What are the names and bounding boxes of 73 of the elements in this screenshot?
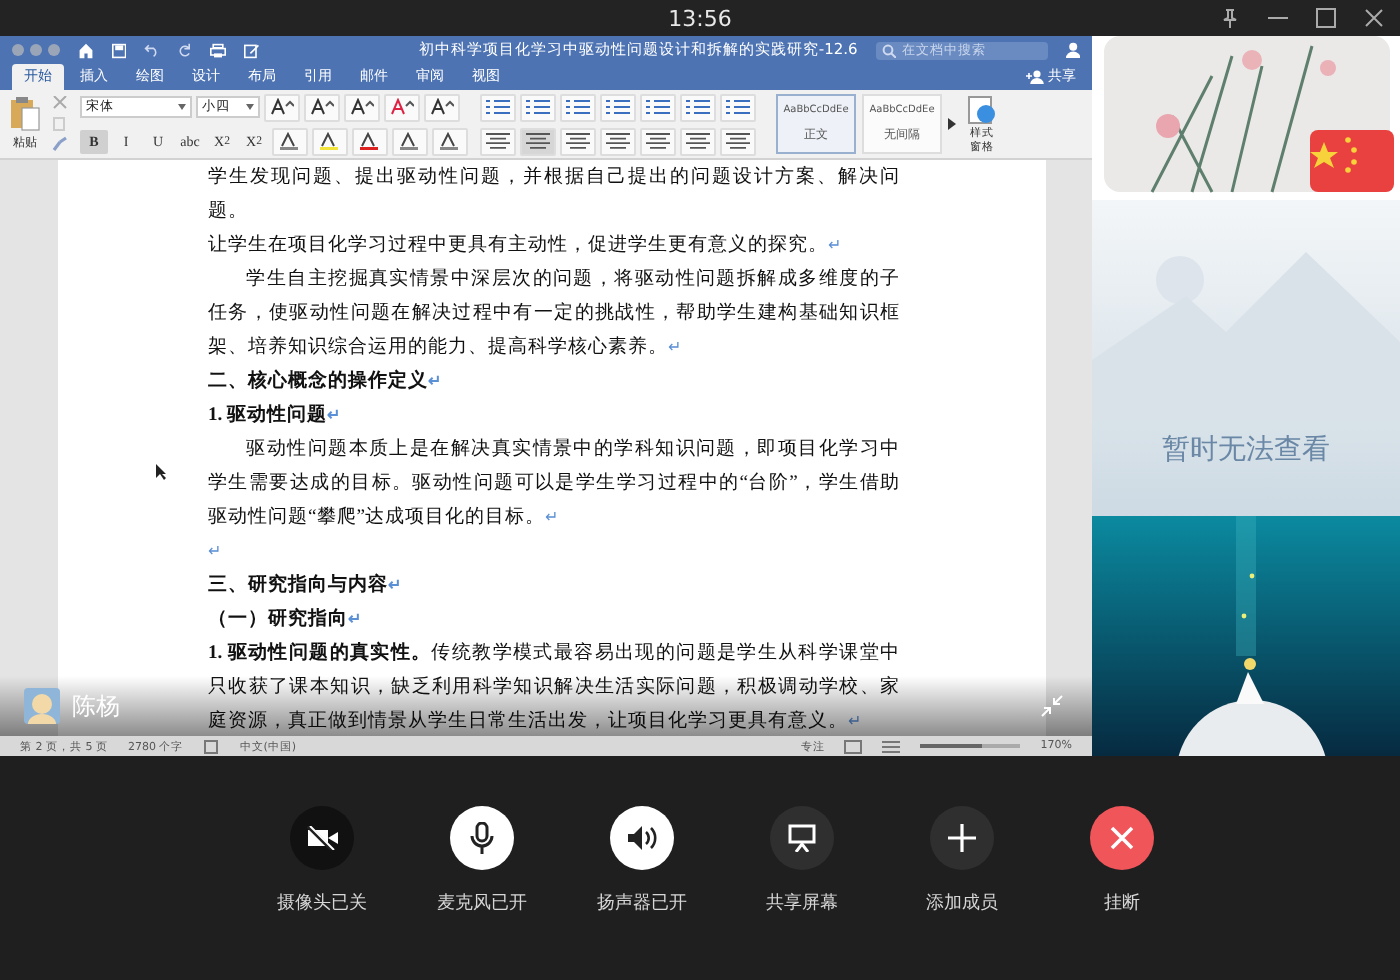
plus-icon [948, 824, 976, 852]
print-icon[interactable] [210, 41, 227, 59]
font-tool-icon[interactable] [264, 93, 300, 121]
call-control-button[interactable]: 扬声器已开 [594, 806, 690, 980]
align-icon[interactable] [560, 127, 596, 155]
search-icon [881, 43, 896, 57]
text-effect-icon[interactable] [272, 127, 308, 155]
list-icon[interactable] [600, 93, 636, 121]
redo-icon[interactable] [178, 41, 193, 59]
paragraph: 1. 驱动性问题的真实性。传统教学模式最容易出现的问题是学生从科学课堂中只收获了课本知识，缺乏利用科学知识解决生活实际问题，积极调动学校、家庭资源，真正做到情景从学生日常生活出发，让项目化学习更具有意义。↵ [208, 639, 900, 736]
text-effect-icon[interactable] [432, 127, 468, 155]
view-icon[interactable] [844, 739, 863, 753]
minimize-icon[interactable] [1268, 16, 1288, 20]
speaker-icon [626, 826, 658, 850]
empty-paragraph: ↵ [208, 540, 224, 564]
list-icon[interactable] [640, 93, 676, 121]
align-icon[interactable] [520, 127, 556, 155]
call-control-button[interactable]: 添加成员 [914, 806, 1010, 980]
paragraph: 让学生在项目化学习过程中更具有主动性，促进学生更有意义的探究。↵ [208, 232, 844, 260]
paragraph: 学生发现问题、提出驱动性问题，并根据自己提出的问题设计方案、解决问题。 [208, 164, 900, 226]
list-icon[interactable] [520, 93, 556, 121]
view-icon[interactable] [882, 739, 901, 753]
align-icon[interactable] [680, 127, 716, 155]
list-icon[interactable] [720, 93, 756, 121]
window-control-dot[interactable] [30, 44, 42, 56]
avatar-icon [24, 688, 60, 724]
paragraph: 驱动性问题本质上是在解决真实情景中的学科知识问题，即项目化学习中学生需要达成的目标。驱动性问题可以是学生学习过程中的“台阶”，学生借助驱动性问题“攀爬”达成项目化的目标。↵ [208, 436, 900, 532]
font-tool-icon[interactable] [424, 93, 460, 121]
paragraph: 学生自主挖掘真实情景中深层次的问题，将驱动性问题拆解成多维度的子任务，使驱动性问题在解决过程中有一定的挑战性，帮助学生建构基础知识框架、培养知识综合运用的能力、提高科学核心素养。↵ [208, 266, 900, 362]
home-icon[interactable] [78, 41, 94, 59]
window-control-dot[interactable] [12, 44, 24, 56]
clock-time: 13:56 [668, 5, 732, 31]
align-icon[interactable] [720, 127, 756, 155]
font-tool-icon[interactable] [344, 93, 380, 121]
heading: （一）研究指向↵ [208, 605, 364, 634]
presenter-name: 陈杨 [72, 689, 120, 723]
microphone-icon [470, 822, 494, 854]
user-icon[interactable] [1065, 40, 1081, 60]
font-tool-icon[interactable] [304, 93, 340, 121]
more-arrow-icon[interactable] [948, 118, 956, 130]
window-control-dot[interactable] [48, 44, 60, 56]
list-icon[interactable] [560, 93, 596, 121]
heading: 1. 驱动性问题↵ [208, 402, 344, 430]
text-effect-icon[interactable] [352, 127, 388, 155]
screen-icon [788, 824, 816, 852]
edit-icon[interactable] [244, 41, 261, 59]
collapse-icon[interactable] [1040, 694, 1064, 718]
call-control-button[interactable]: 共享屏幕 [754, 806, 850, 980]
heading: 三、研究指向与内容↵ [208, 571, 404, 600]
mouse-cursor-icon [156, 464, 166, 480]
add-person-icon [1026, 69, 1044, 83]
camera-off-icon [306, 826, 338, 850]
call-control-button[interactable]: 麦克风已开 [434, 806, 530, 980]
save-icon[interactable] [112, 41, 127, 59]
align-icon[interactable] [640, 127, 676, 155]
list-icon[interactable] [480, 93, 516, 121]
text-effect-icon[interactable] [392, 127, 428, 155]
align-icon[interactable] [480, 127, 516, 155]
proofing-icon[interactable] [203, 739, 220, 753]
unavailable-message: 暂时无法查看 [1162, 432, 1330, 468]
clipboard-icon [10, 96, 40, 132]
heading: 二、核心概念的操作定义↵ [208, 367, 444, 396]
align-icon[interactable] [600, 127, 636, 155]
close-icon[interactable] [1364, 8, 1384, 28]
style-pane-icon [968, 95, 996, 123]
undo-icon[interactable] [144, 42, 161, 58]
close-icon [1110, 826, 1134, 850]
text-effect-icon[interactable] [312, 127, 348, 155]
pin-icon[interactable] [1220, 8, 1240, 28]
call-control-button[interactable]: 挂断 [1074, 806, 1170, 980]
maximize-icon[interactable] [1316, 8, 1336, 28]
call-control-button[interactable]: 摄像头已关 [274, 806, 370, 980]
list-icon[interactable] [680, 93, 716, 121]
